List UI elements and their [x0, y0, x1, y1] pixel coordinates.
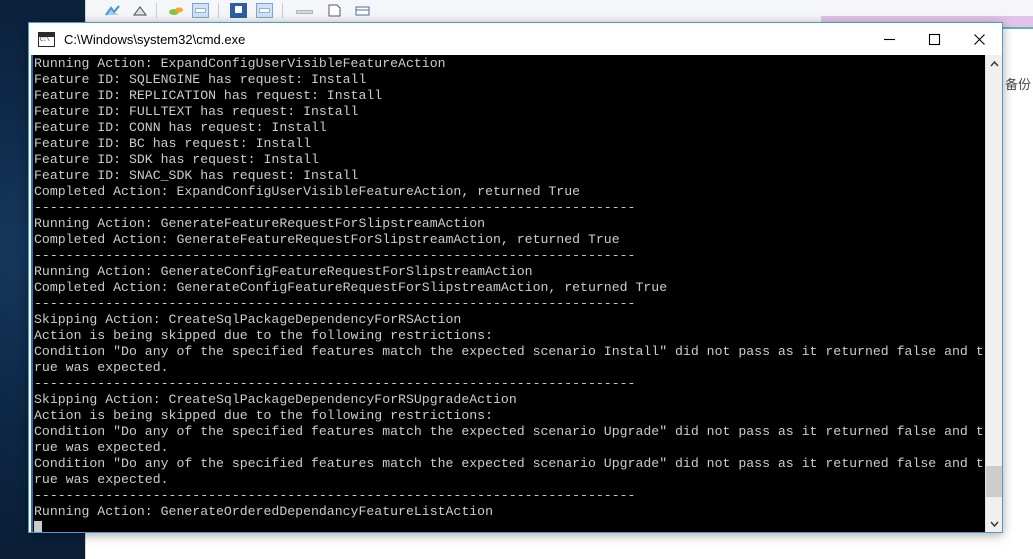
- console-line: Feature ID: FULLTEXT has request: Instal…: [34, 104, 359, 119]
- maximize-button[interactable]: [912, 23, 957, 55]
- chevron-down-icon: [989, 521, 999, 527]
- console-line: rue was expected.: [34, 360, 169, 375]
- console-line: Completed Action: GenerateFeatureRequest…: [34, 232, 620, 247]
- minimize-button[interactable]: [867, 23, 912, 55]
- console-line: ----------------------------------------…: [34, 376, 636, 391]
- window2-icon[interactable]: [256, 3, 273, 18]
- console-line: ----------------------------------------…: [34, 488, 636, 503]
- toolbar-divider: [218, 3, 219, 18]
- console-cursor: [34, 521, 42, 532]
- minimize-icon: [884, 38, 895, 40]
- console-line: rue was expected.: [34, 440, 169, 455]
- console-cursor-line: [34, 520, 985, 532]
- console-line: Running Action: GenerateFeatureRequestFo…: [34, 216, 486, 231]
- background-cjk-label: 备份: [1005, 78, 1032, 93]
- window-icon[interactable]: [192, 3, 209, 18]
- console-line: Condition "Do any of the specified featu…: [34, 344, 984, 359]
- bar-icon[interactable]: [296, 3, 313, 18]
- console-line: Running Action: GenerateConfigFeatureReq…: [34, 264, 533, 279]
- chart-icon[interactable]: [104, 3, 121, 18]
- console-line: ----------------------------------------…: [34, 248, 636, 263]
- console-line: Condition "Do any of the specified featu…: [34, 424, 984, 439]
- scrollbar-up-button[interactable]: [986, 55, 1002, 72]
- console-line: ----------------------------------------…: [34, 296, 636, 311]
- scrollbar-track[interactable]: [986, 72, 1002, 515]
- console-line: ----------------------------------------…: [34, 200, 636, 215]
- console-line: Skipping Action: CreateSqlPackageDepende…: [34, 392, 517, 407]
- window-controls: [867, 23, 1002, 55]
- cmd-console-area: Running Action: ExpandConfigUserVisibleF…: [31, 55, 1002, 532]
- blue-square-icon[interactable]: [230, 3, 247, 18]
- table-icon[interactable]: [354, 3, 371, 18]
- cmd-window[interactable]: C:\Windows\system32\cmd.exe Running Acti…: [28, 22, 1003, 533]
- console-line: Action is being skipped due to the follo…: [34, 328, 493, 343]
- console-line: Running Action: ExpandConfigUserVisibleF…: [34, 56, 446, 71]
- console-line: Feature ID: CONN has request: Install: [34, 120, 327, 135]
- close-button[interactable]: [957, 23, 1002, 55]
- console-line: rue was expected.: [34, 472, 169, 487]
- toolbar-divider: [156, 3, 157, 18]
- page-icon[interactable]: [326, 3, 343, 18]
- console-text: Running Action: ExpandConfigUserVisibleF…: [34, 55, 985, 532]
- cmd-titlebar[interactable]: C:\Windows\system32\cmd.exe: [29, 23, 1002, 55]
- maximize-icon: [928, 33, 941, 45]
- console-line: Action is being skipped due to the follo…: [34, 408, 493, 423]
- console-line: Feature ID: SDK has request: Install: [34, 152, 319, 167]
- console-line: Feature ID: BC has request: Install: [34, 136, 311, 151]
- palette-icon[interactable]: [168, 3, 185, 18]
- console-line: Completed Action: ExpandConfigUserVisibl…: [34, 184, 581, 199]
- console-line: Completed Action: GenerateConfigFeatureR…: [34, 280, 668, 295]
- scrollbar-thumb[interactable]: [986, 466, 1002, 498]
- close-icon: [974, 33, 985, 45]
- console-line: Running Action: GenerateOrderedDependanc…: [34, 504, 493, 519]
- console-scrollbar[interactable]: [985, 55, 1002, 532]
- toolbar-divider: [282, 3, 283, 18]
- chevron-up-icon: [989, 60, 999, 66]
- console-line: Feature ID: SNAC_SDK has request: Instal…: [34, 168, 359, 183]
- console-output[interactable]: Running Action: ExpandConfigUserVisibleF…: [33, 55, 985, 532]
- cmd-window-title: C:\Windows\system32\cmd.exe: [64, 31, 246, 47]
- cmd-prompt-icon: [38, 31, 55, 47]
- console-line: Skipping Action: CreateSqlPackageDepende…: [34, 312, 462, 327]
- console-line: Feature ID: REPLICATION has request: Ins…: [34, 88, 383, 103]
- console-line: Condition "Do any of the specified featu…: [34, 456, 984, 471]
- trend-icon[interactable]: [132, 3, 149, 18]
- scrollbar-down-button[interactable]: [986, 515, 1002, 532]
- desktop-background: 备份 C:\Windows\system32\cmd.exe Running: [0, 0, 1033, 559]
- console-line: Feature ID: SQLENGINE has request: Insta…: [34, 72, 367, 87]
